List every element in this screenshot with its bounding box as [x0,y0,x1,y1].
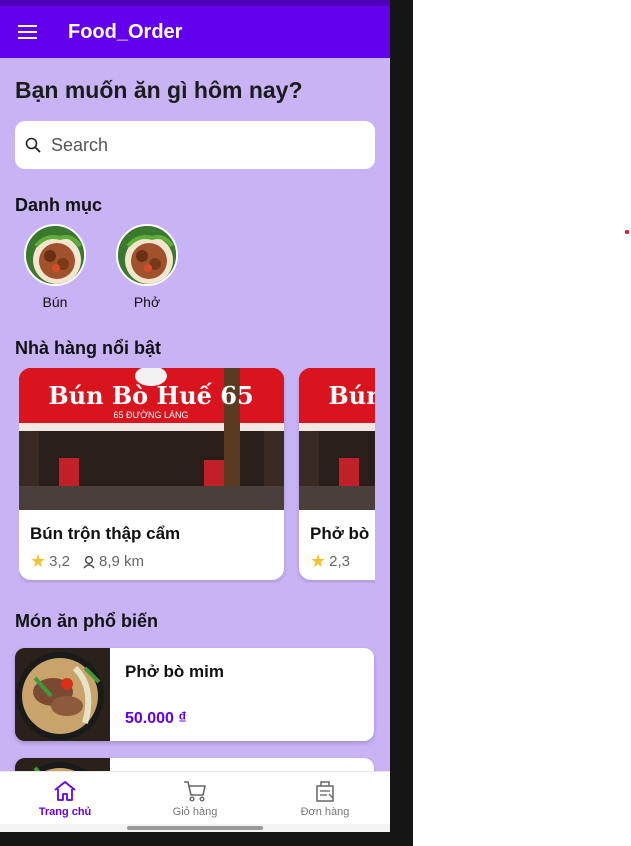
red-dot [625,230,629,234]
category-label: Bún [42,294,68,310]
restaurant-sign-text: Bún Bò Huế 65 [328,381,375,410]
search-input[interactable] [51,134,351,156]
location-pin-icon [82,555,96,569]
phone-screen: Food_Order Bạn muốn ăn gì hôm nay? Danh … [0,0,390,846]
restaurant-carousel[interactable]: Bún Bò Huế 65 65 ĐƯỜNG LÁNG Bún trộn thậ… [19,368,375,583]
menu-icon[interactable] [0,6,54,58]
orders-icon [316,781,334,802]
phone-bezel-bottom [0,832,390,846]
star-icon: ★ [310,551,327,571]
nav-label: Trang chủ [38,806,92,818]
star-icon: ★ [30,551,47,571]
dish-name: Phở bò mim [125,662,224,681]
nav-item-home[interactable]: Trang chủ [0,772,130,824]
restaurant-distance: 8,9 km [99,553,145,570]
greeting-heading: Bạn muốn ăn gì hôm nay? [15,77,303,103]
restaurant-card[interactable]: Bún Bò Huế 65 Phở bò nạm ★ 2,3 [299,368,375,580]
restaurant-rating: 3,2 [49,553,70,570]
nav-label: Đơn hàng [300,806,350,818]
dish-image [15,648,110,741]
restaurant-sign-subtext: 65 ĐƯỜNG LÁNG [114,410,189,420]
app-bar: Food_Order [0,6,390,58]
bottom-navigation: Trang chủ Giỏ hàng Đơn hàng [0,771,390,824]
nav-item-orders[interactable]: Đơn hàng [260,772,390,824]
restaurant-meta: ★ 3,2 8,9 km [30,551,144,572]
category-image [24,224,86,286]
phone-bezel [390,0,413,846]
category-image [116,224,178,286]
restaurant-name: Bún trộn thập cẩm [30,524,181,543]
cart-icon [184,781,206,802]
featured-restaurants-title: Nhà hàng nổi bật [15,338,161,358]
dish-card[interactable]: Phở bò mim 50.000 ₫ [15,648,374,741]
popular-dishes-title: Món ăn phổ biến [15,611,158,631]
home-icon [54,781,76,801]
search-bar[interactable] [15,121,375,169]
app-title: Food_Order [68,20,183,43]
restaurant-card[interactable]: Bún Bò Huế 65 65 ĐƯỜNG LÁNG Bún trộn thậ… [19,368,284,580]
restaurant-image: Bún Bò Huế 65 [299,368,375,510]
restaurant-image: Bún Bò Huế 65 65 ĐƯỜNG LÁNG [19,368,284,510]
gesture-bar [0,824,390,832]
search-icon [25,137,41,153]
category-label: Phở [133,294,161,310]
categories-title: Danh mục [15,195,103,215]
restaurant-meta: ★ 2,3 [310,551,350,572]
restaurant-name: Phở bò nạm [310,524,375,543]
dish-price: 50.000 ₫ [125,710,187,727]
category-item-bun[interactable]: Bún [24,224,86,310]
restaurant-rating: 2,3 [329,553,350,570]
restaurant-sign-text: Bún Bò Huế 65 [48,381,253,410]
category-item-pho[interactable]: Phở [116,224,178,310]
nav-item-cart[interactable]: Giỏ hàng [130,772,260,824]
nav-label: Giỏ hàng [172,806,218,818]
